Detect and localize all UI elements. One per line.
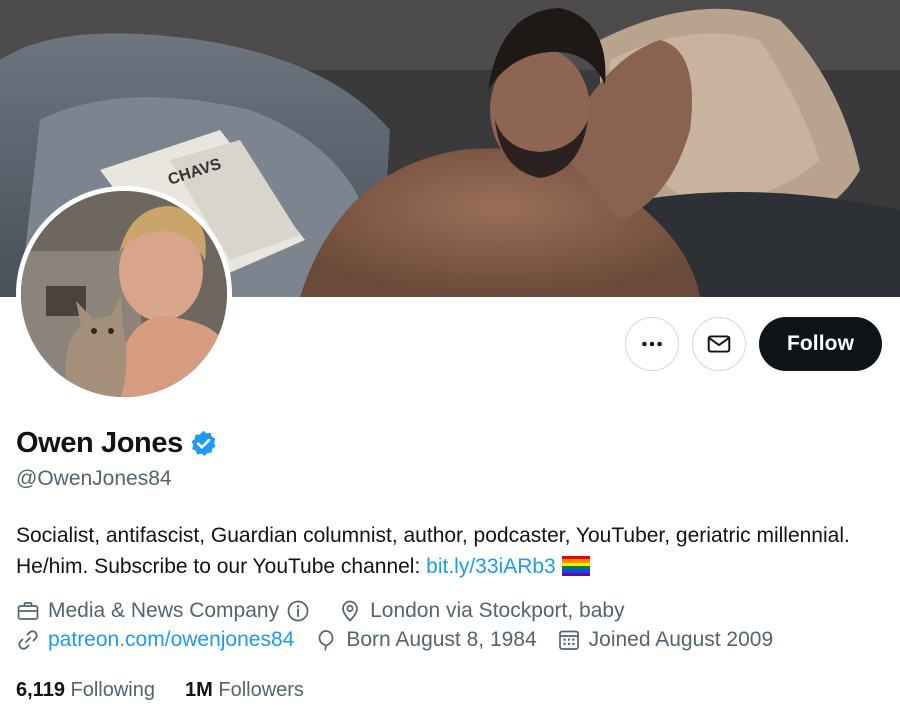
following-count: 6,119 <box>16 679 65 701</box>
profile-avatar[interactable] <box>16 186 232 402</box>
follow-button[interactable]: Follow <box>759 317 882 371</box>
profile-bio: Socialist, antifascist, Guardian columni… <box>16 520 876 582</box>
profile-website: patreon.com/owenjones84 <box>16 628 294 652</box>
briefcase-icon <box>17 602 39 620</box>
message-button[interactable] <box>692 317 746 371</box>
info-icon[interactable] <box>286 599 310 623</box>
category-label: Media & News Company <box>48 599 280 622</box>
calendar-icon <box>558 630 579 650</box>
joined-label: Joined August 2009 <box>588 628 774 651</box>
display-name: Owen Jones <box>16 427 183 459</box>
followers-label: Followers <box>218 679 304 701</box>
bio-link[interactable]: bit.ly/33iARb3 <box>426 555 556 578</box>
more-button[interactable] <box>625 317 679 371</box>
following-stat[interactable]: 6,119 Following <box>16 679 155 702</box>
profile-joined: Joined August 2009 <box>557 628 774 652</box>
link-icon <box>18 630 38 650</box>
name-row: Owen Jones <box>16 427 218 460</box>
avatar-image <box>21 191 227 397</box>
profile-stats: 6,119 Following 1M Followers <box>16 679 334 702</box>
ellipsis-icon <box>642 341 662 347</box>
profile-category: Media & News Company <box>16 599 318 623</box>
verified-badge-icon[interactable] <box>189 429 218 458</box>
location-pin-icon <box>342 600 358 622</box>
profile-meta-row-2: patreon.com/owenjones84 Born August 8, 1… <box>16 628 793 652</box>
rainbow-flag-icon <box>561 556 590 576</box>
location-label: London via Stockport, baby <box>370 599 625 622</box>
profile-birthday: Born August 8, 1984 <box>314 628 537 652</box>
followers-stat[interactable]: 1M Followers <box>185 679 304 702</box>
user-handle: @OwenJones84 <box>16 467 172 490</box>
profile-meta-row-1: Media & News Company London via Stockpor… <box>16 599 645 623</box>
profile-location: London via Stockport, baby <box>338 599 625 623</box>
birthday-label: Born August 8, 1984 <box>346 628 537 651</box>
following-label: Following <box>70 679 155 701</box>
balloon-icon <box>318 630 334 651</box>
envelope-icon <box>707 335 731 353</box>
followers-count: 1M <box>185 679 213 701</box>
website-link[interactable]: patreon.com/owenjones84 <box>48 628 294 652</box>
